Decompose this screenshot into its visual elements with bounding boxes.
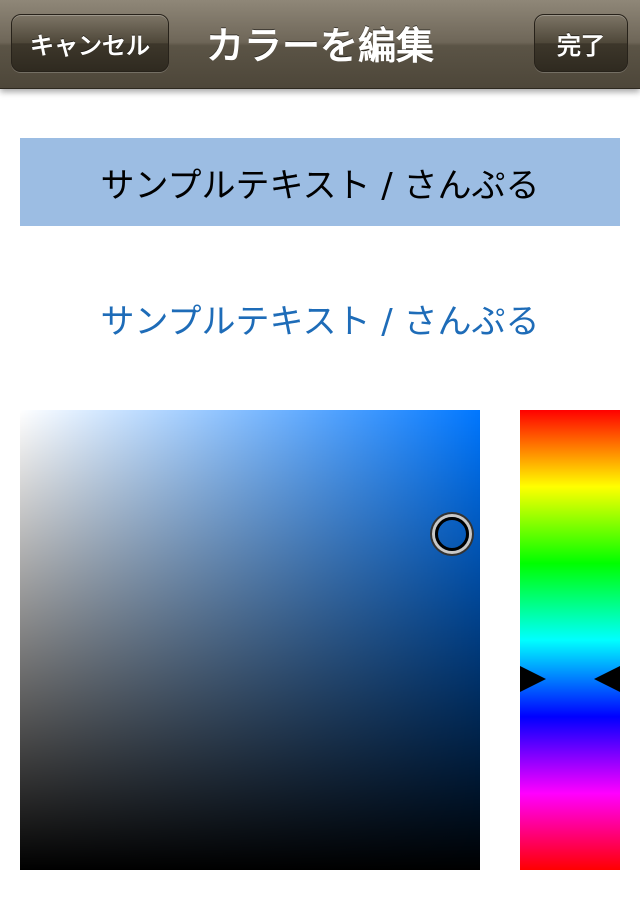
done-button[interactable]: 完了: [534, 14, 628, 72]
hue-slider[interactable]: [520, 410, 620, 870]
cancel-button[interactable]: キャンセル: [11, 14, 169, 72]
saturation-brightness-picker[interactable]: [20, 410, 480, 870]
text-color-sample: サンプルテキスト / さんぷる: [100, 301, 540, 342]
page-title: カラーを編集: [205, 23, 434, 68]
hue-slider-right-indicator-icon[interactable]: [594, 666, 620, 693]
background-color-sample: サンプルテキスト / さんぷる: [20, 138, 620, 226]
hue-slider-left-indicator-icon[interactable]: [520, 666, 546, 693]
navigation-bar: キャンセル カラーを編集 完了: [0, 0, 640, 89]
